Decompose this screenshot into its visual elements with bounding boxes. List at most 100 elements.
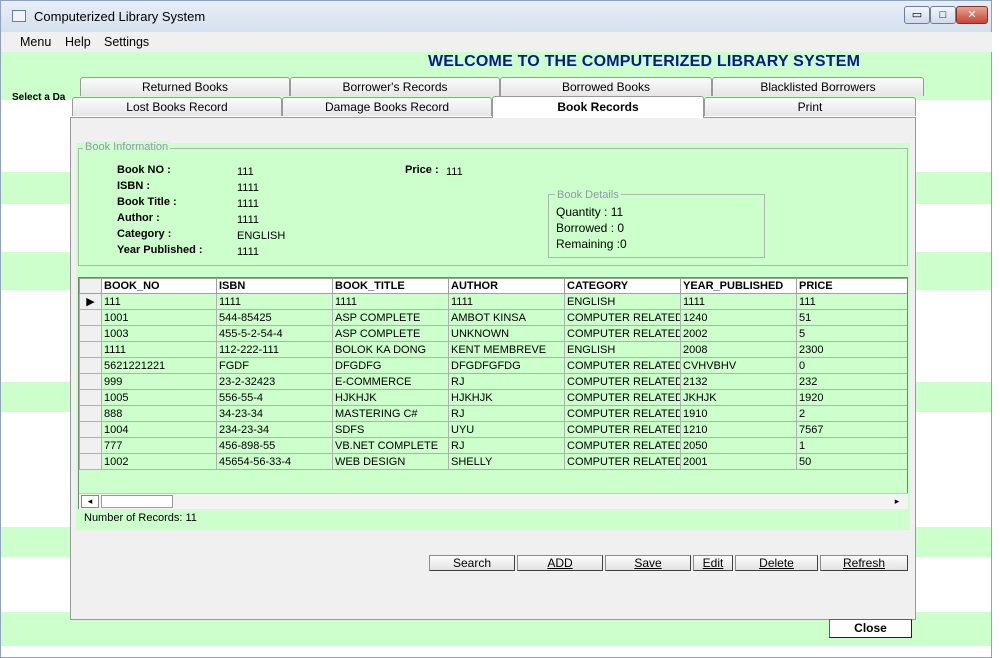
table-cell[interactable]: UYU <box>448 421 565 438</box>
window-close-button[interactable]: ✕ <box>956 6 988 24</box>
table-cell[interactable]: 1111 <box>101 341 217 358</box>
table-row[interactable]: 1004234-23-34SDFSUYUCOMPUTER RELATED BOO… <box>79 421 907 438</box>
table-cell[interactable]: ASP COMPLETE <box>332 309 449 326</box>
table-row[interactable]: 777 456-898-55 VB.NET COMPLETE RJ COMPUTER R… <box>79 437 907 454</box>
table-cell[interactable]: WEB DESIGN <box>332 453 449 470</box>
table-cell[interactable]: CVHVBHV <box>680 357 797 374</box>
column-header[interactable]: BOOK_NO <box>101 278 217 294</box>
table-cell[interactable]: 1001 <box>101 309 217 326</box>
table-row[interactable]: 5621221221 FGDF DFGDFG DFGDFGFDG COMPUTER RE… <box>79 357 907 374</box>
column-header[interactable]: PRICE <box>796 278 907 294</box>
table-cell[interactable]: 777 <box>101 437 217 454</box>
table-cell[interactable]: 1003 <box>101 325 217 342</box>
table-cell[interactable]: 2008 <box>680 341 797 358</box>
table-cell[interactable]: COMPUTER RELATED BOOKS <box>564 357 681 374</box>
table-cell[interactable]: UNKNOWN <box>448 325 565 342</box>
table-cell[interactable]: 234-23-34 <box>216 421 333 438</box>
add-button[interactable]: ADD <box>517 555 603 571</box>
row-header[interactable] <box>79 325 102 342</box>
table-cell[interactable]: ENGLISH <box>564 341 681 358</box>
table-row[interactable]: 1001 544-85425 ASP COMPLETE AMBOT KINSA COMP… <box>79 309 907 326</box>
delete-button[interactable]: Delete <box>735 555 818 571</box>
table-cell[interactable]: 111 <box>101 293 217 310</box>
scroll-left-button[interactable]: ◂ <box>81 495 99 508</box>
table-cell[interactable]: E-COMMERCE <box>332 373 449 390</box>
table-cell[interactable]: KENT MEMBREVE <box>448 341 565 358</box>
table-row[interactable]: 888 34-23-34 MASTERING C# RJ COMPUTER RELATE… <box>79 405 907 422</box>
table-cell[interactable]: RJ <box>448 373 565 390</box>
table-cell[interactable]: 1111 <box>216 293 333 310</box>
table-cell[interactable]: HJKHJK <box>448 389 565 406</box>
table-cell[interactable]: 2132 <box>680 373 797 390</box>
table-cell[interactable]: DFGDFG <box>332 357 449 374</box>
table-cell[interactable]: COMPUTER RELATED BOOKS <box>564 325 681 342</box>
column-header[interactable]: CATEGORY <box>564 278 681 294</box>
table-cell[interactable]: 34-23-34 <box>216 405 333 422</box>
table-cell[interactable]: 1910 <box>680 405 797 422</box>
row-header[interactable] <box>79 405 102 422</box>
table-cell[interactable]: COMPUTER RELATED BOOKS <box>564 453 681 470</box>
table-cell[interactable]: 1111 <box>680 293 797 310</box>
search-button[interactable]: Search <box>429 555 515 571</box>
table-cell[interactable]: COMPUTER RELATED BOOKS <box>564 373 681 390</box>
table-cell[interactable]: 556-55-4 <box>216 389 333 406</box>
save-button[interactable]: Save <box>605 555 691 571</box>
table-cell[interactable]: COMPUTER RELATED BOOKS <box>564 309 681 326</box>
table-cell[interactable]: BOLOK KA DONG <box>332 341 449 358</box>
table-cell[interactable]: 2050 <box>680 437 797 454</box>
table-cell[interactable]: 1920 <box>796 389 907 406</box>
table-cell[interactable]: 1111 <box>448 293 565 310</box>
table-cell[interactable]: JKHJK <box>680 389 797 406</box>
scroll-right-button[interactable]: ▸ <box>888 495 906 508</box>
table-cell[interactable]: ASP COMPLETE <box>332 325 449 342</box>
table-cell[interactable]: COMPUTER RELATED BOOKS <box>564 389 681 406</box>
close-button[interactable]: Close <box>829 619 912 638</box>
column-header[interactable]: BOOK_TITLE <box>332 278 449 294</box>
table-cell[interactable]: 1 <box>796 437 907 454</box>
table-cell[interactable]: 544-85425 <box>216 309 333 326</box>
table-cell[interactable]: RJ <box>448 405 565 422</box>
table-cell[interactable]: COMPUTER RELATED BOOKS <box>564 421 681 438</box>
table-cell[interactable]: COMPUTER RELATED BOOKS <box>564 405 681 422</box>
table-cell[interactable]: 0 <box>796 357 907 374</box>
table-cell[interactable]: 888 <box>101 405 217 422</box>
table-cell[interactable]: 1004 <box>101 421 217 438</box>
column-header[interactable]: ISBN <box>216 278 333 294</box>
tab-print[interactable]: Print <box>704 97 916 116</box>
table-cell[interactable]: 455-5-2-54-4 <box>216 325 333 342</box>
row-header[interactable] <box>79 421 102 438</box>
refresh-button[interactable]: Refresh <box>820 555 908 571</box>
tab-borrowers-records[interactable]: Borrower's Records <box>290 77 500 96</box>
minimize-button[interactable]: ▭ <box>904 6 930 24</box>
menu-help[interactable]: Help <box>65 35 91 49</box>
table-row[interactable]: ▶ 111 1111 1111 1111 ENGLISH 1111 111 <box>79 293 907 310</box>
table-cell[interactable]: SDFS <box>332 421 449 438</box>
scroll-thumb[interactable] <box>101 495 173 508</box>
maximize-button[interactable]: □ <box>930 6 956 24</box>
tab-damage-books-record[interactable]: Damage Books Record <box>282 97 492 116</box>
table-cell[interactable]: 1002 <box>101 453 217 470</box>
edit-button[interactable]: Edit <box>693 555 733 571</box>
table-cell[interactable]: 112-222-111 <box>216 341 333 358</box>
table-row[interactable]: 1005 556-55-4 HJKHJK HJKHJK COMPUTER RELATED… <box>79 389 907 406</box>
table-cell[interactable]: 2001 <box>680 453 797 470</box>
table-cell[interactable]: HJKHJK <box>332 389 449 406</box>
row-header[interactable] <box>79 437 102 454</box>
table-cell[interactable]: RJ <box>448 437 565 454</box>
table-cell[interactable]: 2 <box>796 405 907 422</box>
row-header[interactable] <box>79 389 102 406</box>
table-cell[interactable]: 999 <box>101 373 217 390</box>
tab-returned-books[interactable]: Returned Books <box>80 77 290 96</box>
column-header[interactable]: YEAR_PUBLISHED <box>680 278 797 294</box>
row-header[interactable] <box>79 357 102 374</box>
table-cell[interactable]: MASTERING C# <box>332 405 449 422</box>
table-cell[interactable]: 2002 <box>680 325 797 342</box>
row-header[interactable] <box>79 453 102 470</box>
table-cell[interactable]: 456-898-55 <box>216 437 333 454</box>
table-cell[interactable]: 5621221221 <box>101 357 217 374</box>
horizontal-scrollbar[interactable]: ◂ ▸ <box>79 493 908 509</box>
table-cell[interactable]: ENGLISH <box>564 293 681 310</box>
current-row-indicator[interactable]: ▶ <box>79 293 102 310</box>
row-header[interactable] <box>79 373 102 390</box>
table-cell[interactable]: 1240 <box>680 309 797 326</box>
